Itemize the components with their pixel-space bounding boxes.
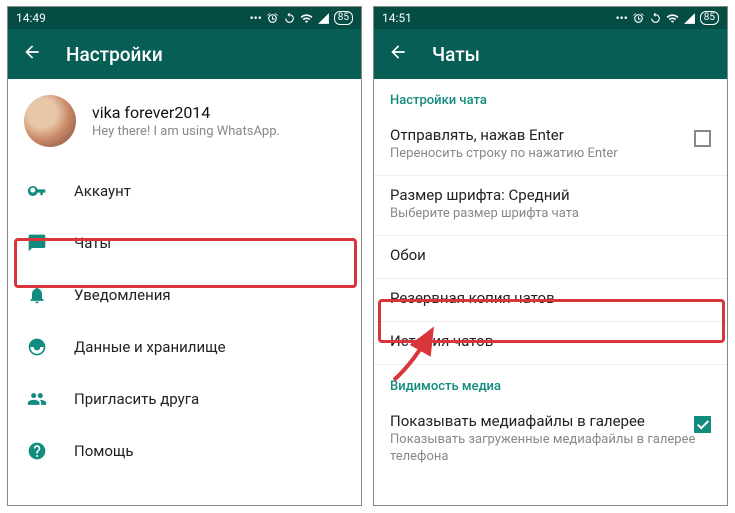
app-bar: Настройки xyxy=(8,29,361,79)
sync-icon xyxy=(283,12,296,25)
menu-invite[interactable]: Пригласить друга xyxy=(8,373,361,425)
back-button[interactable] xyxy=(388,42,408,66)
wifi-icon xyxy=(300,12,313,25)
clock: 14:51 xyxy=(382,11,412,25)
menu-label: Пригласить друга xyxy=(74,390,199,408)
profile-row[interactable]: vika forever2014 Hey there! I am using W… xyxy=(8,79,361,165)
checkbox-checked[interactable] xyxy=(694,416,711,433)
signal-icon xyxy=(683,12,696,25)
data-icon xyxy=(26,337,48,357)
dots-icon: ••• xyxy=(250,11,262,25)
menu-account[interactable]: Аккаунт xyxy=(8,165,361,217)
battery-icon: 85 xyxy=(700,11,719,25)
sync-icon xyxy=(649,12,662,25)
setting-history[interactable]: История чатов xyxy=(374,322,727,364)
menu-data-storage[interactable]: Данные и хранилище xyxy=(8,321,361,373)
people-icon xyxy=(26,389,48,409)
setting-wallpaper[interactable]: Обои xyxy=(374,236,727,278)
setting-secondary: Переносить строку по нажатию Enter xyxy=(390,146,711,163)
back-button[interactable] xyxy=(22,42,42,66)
page-title: Настройки xyxy=(66,43,163,66)
settings-screen: 14:49 ••• 85 Настройки vika forever2014 … xyxy=(7,6,362,506)
alarm-icon xyxy=(632,12,645,25)
setting-media-visibility[interactable]: Показывать медиафайлы в галерее Показыва… xyxy=(374,402,727,478)
avatar xyxy=(24,95,76,147)
dots-icon: ••• xyxy=(616,11,628,25)
menu-chats[interactable]: Чаты xyxy=(8,217,361,269)
alarm-icon xyxy=(266,12,279,25)
battery-icon: 85 xyxy=(334,11,353,25)
setting-primary: Резервная копия чатов xyxy=(390,289,711,307)
chats-settings-screen: 14:51 ••• 85 Чаты Настройки чата Отправл… xyxy=(373,6,728,506)
setting-primary: Размер шрифта: Средний xyxy=(390,186,711,204)
menu-help[interactable]: Помощь xyxy=(8,425,361,477)
menu-label: Данные и хранилище xyxy=(74,338,226,356)
setting-primary: История чатов xyxy=(390,332,711,350)
section-media-visibility: Видимость медиа xyxy=(374,365,727,402)
key-icon xyxy=(26,181,48,201)
status-icons: ••• 85 xyxy=(250,11,353,25)
menu-label: Уведомления xyxy=(74,286,171,304)
status-bar: 14:51 ••• 85 xyxy=(374,7,727,29)
profile-status: Hey there! I am using WhatsApp. xyxy=(92,124,280,139)
setting-secondary: Выберите размер шрифта чата xyxy=(390,206,711,223)
status-bar: 14:49 ••• 85 xyxy=(8,7,361,29)
menu-notifications[interactable]: Уведомления xyxy=(8,269,361,321)
setting-primary: Обои xyxy=(390,246,711,264)
setting-font-size[interactable]: Размер шрифта: Средний Выберите размер ш… xyxy=(374,176,727,235)
help-icon xyxy=(26,441,48,461)
bell-icon xyxy=(26,285,48,305)
setting-backup[interactable]: Резервная копия чатов xyxy=(374,279,727,321)
section-chat-settings: Настройки чата xyxy=(374,79,727,116)
chat-icon xyxy=(26,233,48,253)
setting-secondary: Показывать загруженные медиафайлы в гале… xyxy=(390,432,711,466)
app-bar: Чаты xyxy=(374,29,727,79)
setting-primary: Отправлять, нажав Enter xyxy=(390,126,711,144)
setting-enter-send[interactable]: Отправлять, нажав Enter Переносить строк… xyxy=(374,116,727,175)
clock: 14:49 xyxy=(16,11,46,25)
menu-label: Аккаунт xyxy=(74,182,131,200)
page-title: Чаты xyxy=(432,43,480,66)
wifi-icon xyxy=(666,12,679,25)
menu-label: Чаты xyxy=(74,234,111,252)
profile-name: vika forever2014 xyxy=(92,103,280,122)
setting-primary: Показывать медиафайлы в галерее xyxy=(390,412,711,430)
signal-icon xyxy=(317,12,330,25)
menu-label: Помощь xyxy=(74,442,134,460)
checkbox-unchecked[interactable] xyxy=(694,130,711,147)
status-icons: ••• 85 xyxy=(616,11,719,25)
